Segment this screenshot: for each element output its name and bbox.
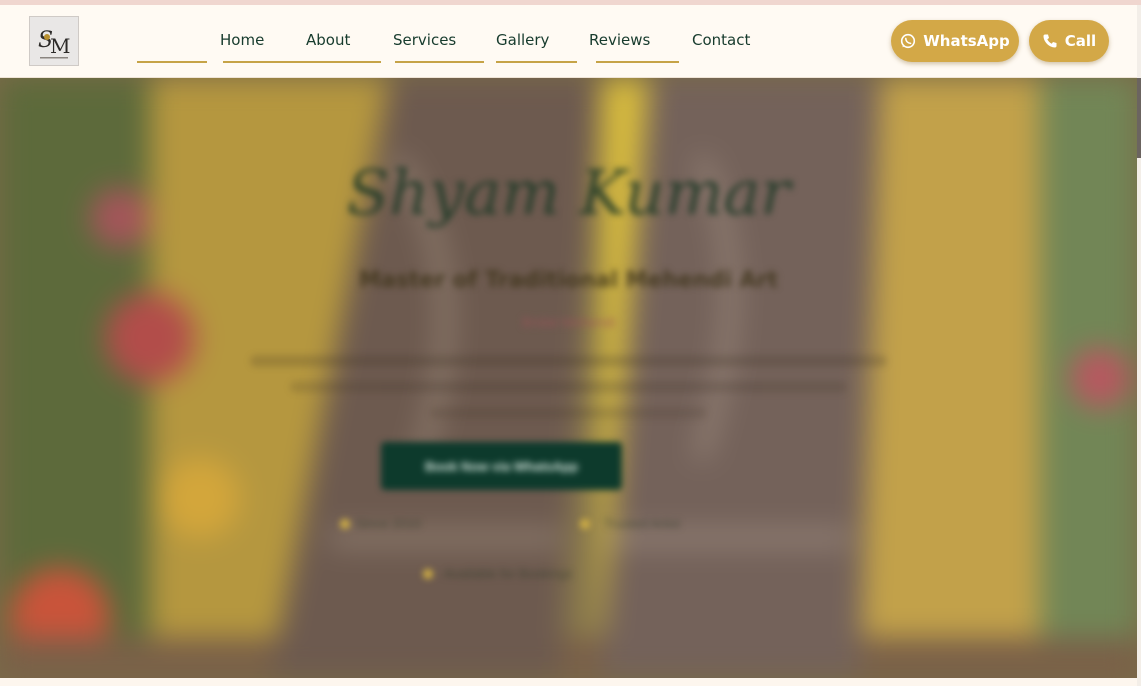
feature-since: Since 2010 bbox=[356, 516, 422, 531]
nav-reviews[interactable]: Reviews bbox=[589, 31, 650, 49]
feature-bullet-icon bbox=[340, 519, 350, 529]
phone-icon bbox=[1042, 33, 1058, 49]
hero-tagline: Bridal Mehendi bbox=[521, 314, 616, 330]
svg-text:M: M bbox=[50, 34, 70, 58]
nav-contact[interactable]: Contact bbox=[692, 31, 750, 49]
feature-availability: Available for Bookings bbox=[444, 566, 573, 581]
hero-subtitle: Master of Traditional Mehendi Art bbox=[359, 268, 778, 293]
nav-underline bbox=[223, 61, 381, 63]
nav-underline bbox=[137, 61, 207, 63]
call-button[interactable]: Call bbox=[1029, 20, 1109, 62]
site-header: S M Home About Services Gallery Reviews … bbox=[0, 5, 1137, 78]
nav-underline bbox=[395, 61, 484, 63]
nav-about[interactable]: About bbox=[306, 31, 350, 49]
hero-title: Shyam Kumar bbox=[346, 156, 791, 229]
hero-content: Shyam Kumar Master of Traditional Mehend… bbox=[0, 78, 1137, 678]
feature-trusted: Trusted Artist bbox=[604, 516, 681, 531]
feature-bullet-icon bbox=[423, 569, 433, 579]
nav-underline bbox=[496, 61, 577, 63]
whatsapp-label: WhatsApp bbox=[923, 32, 1010, 50]
sm-monogram-icon: S M bbox=[30, 17, 78, 65]
nav-gallery[interactable]: Gallery bbox=[496, 31, 549, 49]
nav-underline bbox=[596, 61, 679, 63]
hero-section: Shyam Kumar Master of Traditional Mehend… bbox=[0, 78, 1137, 678]
nav-home[interactable]: Home bbox=[220, 31, 264, 49]
whatsapp-button[interactable]: WhatsApp bbox=[891, 20, 1019, 62]
site-logo[interactable]: S M bbox=[29, 16, 79, 66]
hero-description bbox=[250, 348, 887, 433]
nav-services[interactable]: Services bbox=[393, 31, 456, 49]
feature-bullet-icon bbox=[580, 519, 590, 529]
whatsapp-icon bbox=[900, 33, 916, 49]
scrollbar-thumb[interactable] bbox=[1137, 78, 1141, 158]
call-label: Call bbox=[1064, 32, 1097, 50]
book-now-whatsapp-button[interactable]: Book Now via WhatsApp bbox=[381, 442, 622, 490]
